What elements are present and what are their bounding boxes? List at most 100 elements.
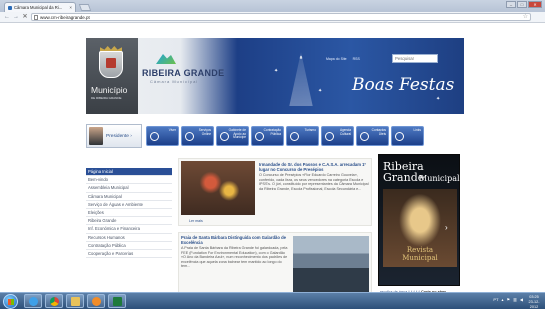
news-item: Ler mais Irmandade do Sr. dos Passos e C… [178, 158, 372, 226]
news-excerpt: O Concurso de Presépios «Flor Eduardo Ca… [259, 173, 369, 191]
url-text[interactable]: www.cm-ribeiragrande.pt [40, 15, 521, 20]
menu-item-cooperacao[interactable]: Cooperação e Parcerias [86, 250, 172, 259]
menu-item-eleicoes[interactable]: Eleições [86, 209, 172, 218]
taskbar-explorer-icon[interactable] [66, 294, 84, 308]
page-icon [34, 14, 38, 20]
clock[interactable]: 03:25 23-12-2012 [525, 295, 543, 309]
language-indicator[interactable]: PT [493, 297, 498, 302]
nav-item-label: Agenda Cultural [340, 128, 351, 136]
municipio-panel: Município DE RIBEIRA GRANDE [86, 38, 138, 114]
nav-item-gabinete[interactable]: Gabinete de Apoio ao Munícipe [216, 126, 249, 146]
start-button[interactable] [3, 294, 18, 309]
bookmark-star-icon[interactable]: ☆ [523, 14, 528, 20]
revista-banner[interactable]: Ribeira Grande Municipal › Revista Munic… [378, 154, 460, 286]
menu-item-recursos-humanos[interactable]: Recursos Humanos [86, 234, 172, 242]
news-title[interactable]: Irmandade do Sr. dos Passos e C.A.S.A. a… [259, 162, 369, 173]
sitemap-link[interactable]: Mapa do Site [326, 57, 347, 61]
web-page: Município DE RIBEIRA GRANDE RIBEIRA GRAN… [0, 24, 545, 298]
banner-subtitle: Municipal [419, 174, 460, 183]
tab-close-icon[interactable]: × [69, 5, 72, 10]
close-window-button[interactable]: ✕ [528, 1, 542, 8]
nav-item-label: Contactos Úteis [371, 128, 386, 136]
menu-item-aguas-ambiente[interactable]: Serviço de Águas e Ambiente [86, 201, 172, 209]
nativity-scene-image[interactable] [181, 161, 255, 215]
menu-item-pagina-inicial[interactable]: Página Inicial [86, 168, 172, 177]
rss-link[interactable]: RSS [353, 57, 360, 61]
coat-of-arms-icon[interactable] [99, 51, 123, 78]
menu-item-contratacao[interactable]: Contratação Pública [86, 242, 172, 250]
sparkle-icon: ✦ [436, 96, 441, 102]
browser-tab[interactable]: Câmara Municipal da Ri... × [4, 2, 76, 12]
menu-item-camara[interactable]: Câmara Municipal [86, 193, 172, 201]
nav-item-label: Gabinete de Apoio ao Munícipe [228, 128, 246, 140]
nav-item-label: Viver [168, 128, 176, 132]
sparkle-icon: ✦ [318, 88, 323, 94]
nav-item-turismo[interactable]: Turismo [286, 126, 319, 146]
christmas-tree-icon [289, 52, 313, 106]
window-controls: – □ ✕ [506, 1, 542, 8]
nav-item-contratacao[interactable]: Contratação Pública [251, 126, 284, 146]
brand-title[interactable]: RIBEIRA GRANDE [142, 68, 224, 78]
maximize-button[interactable]: □ [517, 1, 527, 8]
ribeira-grande-logo-icon[interactable] [156, 54, 176, 64]
stop-icon[interactable]: ✕ [22, 13, 28, 21]
next-arrow-icon[interactable]: › [445, 223, 448, 232]
news-column: Ler mais Irmandade do Sr. dos Passos e C… [178, 158, 372, 298]
main-navigation: Presidente › Viver Serviços Online Gabin… [86, 124, 464, 148]
news-item: Praia de Santa Bárbara Distinguida com G… [178, 232, 372, 298]
clock-date: 23-12-2012 [528, 300, 540, 309]
taskbar-ie-icon[interactable] [24, 294, 42, 308]
nav-item-label: Turismo [304, 128, 316, 132]
site-header: Município DE RIBEIRA GRANDE RIBEIRA GRAN… [86, 38, 464, 114]
taskbar-media-icon[interactable] [87, 294, 105, 308]
municipio-sub-label: DE RIBEIRA GRANDE [91, 96, 122, 100]
taskbar-excel-icon[interactable] [108, 294, 126, 308]
browser-tab-strip: Câmara Municipal da Ri... × – □ ✕ [0, 0, 545, 12]
menu-item-ribeira-grande[interactable]: Ribeira Grande [86, 217, 172, 226]
mayor-link[interactable]: Presidente › [86, 124, 142, 148]
nav-item-agenda[interactable]: Agenda Cultural [321, 126, 354, 146]
holiday-greeting: Boas Festas [352, 75, 455, 95]
browser-toolbar: ← → ✕ www.cm-ribeiragrande.pt ☆ [0, 12, 545, 23]
side-menu: Página Inicial Bem-vindo Assembleia Muni… [86, 168, 172, 259]
volume-icon[interactable]: ◀ [520, 297, 523, 302]
mayor-photo [89, 127, 103, 145]
circle-icon [150, 132, 159, 141]
circle-icon [290, 132, 299, 141]
nav-item-contactos[interactable]: Contactos Úteis [356, 126, 389, 146]
arrow-up-icon[interactable]: ▴ [502, 297, 504, 302]
nav-items: Viver Serviços Online Gabinete de Apoio … [146, 126, 424, 146]
taskbar-chrome-icon[interactable] [45, 294, 63, 308]
municipio-label: Município [91, 85, 128, 95]
header-links: Mapa do Site RSS [326, 57, 360, 61]
search-input[interactable] [392, 54, 438, 63]
network-icon[interactable]: ▥ [513, 297, 517, 302]
address-bar[interactable]: www.cm-ribeiragrande.pt ☆ [31, 13, 531, 21]
minimize-button[interactable]: – [506, 1, 516, 8]
back-arrow-icon[interactable]: ← [4, 13, 10, 21]
menu-item-assembleia[interactable]: Assembleia Municipal [86, 184, 172, 193]
forward-arrow-icon[interactable]: → [13, 13, 19, 21]
news-excerpt: A Praia de Santa Bárbara da Ribeira Gran… [181, 246, 288, 269]
mayor-label: Presidente › [106, 133, 132, 139]
beach-image[interactable] [293, 236, 369, 294]
nav-item-label: Links [413, 128, 421, 132]
nav-item-label: Contratação Pública [263, 128, 281, 136]
favicon-icon [8, 5, 12, 10]
brand-subtitle: Câmara Municipal [150, 79, 199, 84]
sparkle-icon: ✦ [274, 68, 279, 74]
nav-item-label: Serviços Online [198, 128, 211, 136]
nav-item-servicos-online[interactable]: Serviços Online [181, 126, 214, 146]
circle-icon [395, 132, 404, 141]
nav-item-viver[interactable]: Viver [146, 126, 179, 146]
menu-item-bem-vindo[interactable]: Bem-vindo [86, 176, 172, 185]
revista-label: Revista Municipal [402, 246, 438, 262]
menu-item-inf-economica[interactable]: Inf. Económica e Financeira [86, 225, 172, 234]
news-title[interactable]: Praia de Santa Bárbara Distinguida com G… [181, 235, 286, 246]
read-more-link[interactable]: Ler mais [189, 219, 203, 223]
new-tab-button[interactable] [78, 4, 92, 11]
nav-item-links[interactable]: Links [391, 126, 424, 146]
tab-title: Câmara Municipal da Ri... [14, 5, 63, 10]
system-tray: PT ▴ ⚑ ▥ ◀ [493, 297, 523, 302]
flag-icon[interactable]: ⚑ [507, 297, 511, 302]
